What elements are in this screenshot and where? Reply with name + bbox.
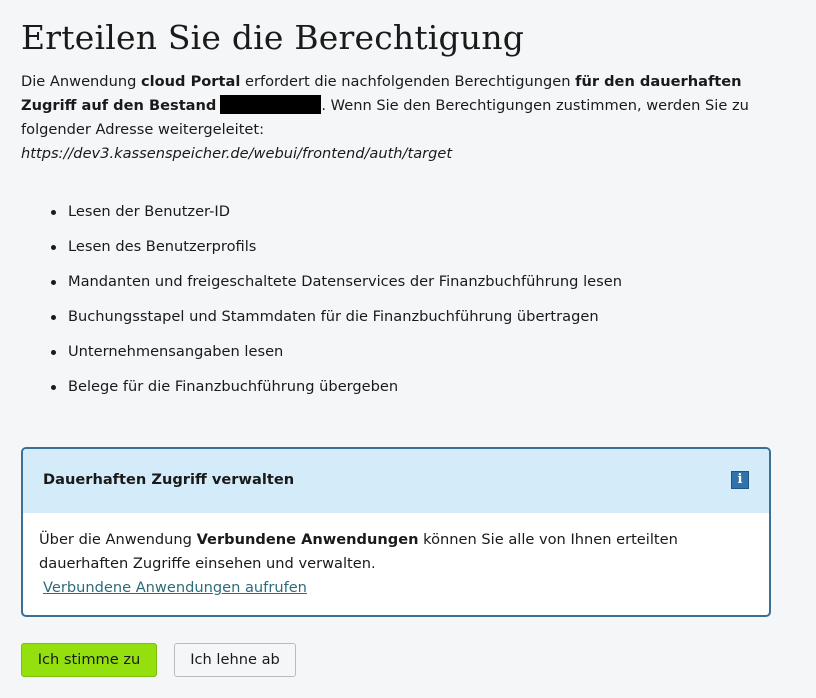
permission-item: Belege für die Finanzbuchführung übergeb… <box>21 375 622 410</box>
permission-label: Buchungsstapel und Stammdaten für die Fi… <box>68 308 599 325</box>
info-box-header: Dauerhaften Zugriff verwalten i <box>23 449 769 513</box>
intro-text: Die Anwendung cloud Portal erfordert die… <box>21 70 791 166</box>
bullet-icon <box>51 280 56 285</box>
bullet-icon <box>51 385 56 390</box>
page-title: Erteilen Sie die Berechtigung <box>21 18 525 57</box>
permission-label: Unternehmensangaben lesen <box>68 343 284 360</box>
info-box-title: Dauerhaften Zugriff verwalten <box>43 471 295 488</box>
redirect-url: https://dev3.kassenspeicher.de/webui/fro… <box>21 145 453 162</box>
connected-apps-link[interactable]: Verbundene Anwendungen aufrufen <box>43 576 307 600</box>
permission-item: Lesen des Benutzerprofils <box>21 235 622 270</box>
permission-item: Lesen der Benutzer-ID <box>21 200 622 235</box>
accept-button[interactable]: Ich stimme zu <box>21 643 157 677</box>
bullet-icon <box>51 315 56 320</box>
intro-prefix: Die Anwendung <box>21 73 141 90</box>
permission-item: Buchungsstapel und Stammdaten für die Fi… <box>21 305 622 340</box>
permission-label: Lesen der Benutzer-ID <box>68 203 230 220</box>
app-name: cloud Portal <box>140 73 241 90</box>
permission-label: Belege für die Finanzbuchführung übergeb… <box>68 378 399 395</box>
bullet-icon <box>51 210 56 215</box>
info-body-app: Verbundene Anwendungen <box>196 531 419 548</box>
permission-label: Lesen des Benutzerprofils <box>68 238 257 255</box>
intro-middle: erfordert die nachfolgenden Berechtigung… <box>240 73 576 90</box>
permission-label: Mandanten und freigeschaltete Datenservi… <box>68 273 622 290</box>
permission-item: Mandanten und freigeschaltete Datenservi… <box>21 270 622 305</box>
bullet-icon <box>51 350 56 355</box>
info-body-prefix: Über die Anwendung <box>39 531 197 548</box>
info-box: Dauerhaften Zugriff verwalten i Über die… <box>21 447 771 617</box>
decline-button[interactable]: Ich lehne ab <box>174 643 296 677</box>
permission-item: Unternehmensangaben lesen <box>21 340 622 375</box>
info-box-body: Über die Anwendung Verbundene Anwendunge… <box>39 528 754 600</box>
redacted-account <box>220 95 322 114</box>
bullet-icon <box>51 245 56 250</box>
info-icon: i <box>731 471 749 489</box>
permission-list: Lesen der Benutzer-ID Lesen des Benutzer… <box>21 200 622 410</box>
